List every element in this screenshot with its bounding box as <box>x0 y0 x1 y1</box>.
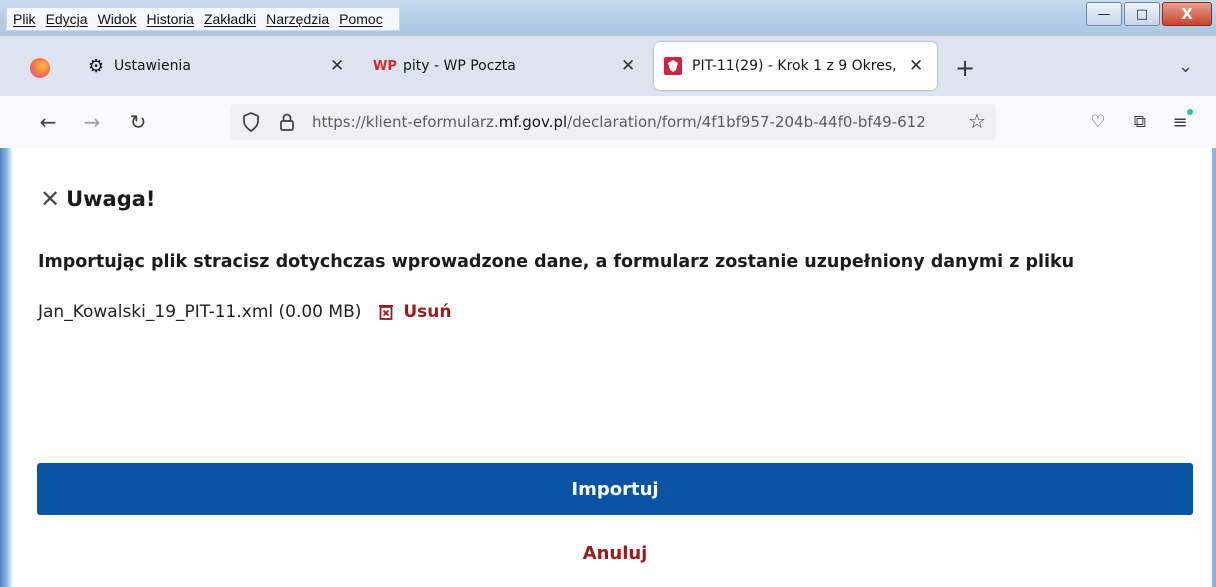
tab-label: Ustawienia <box>114 58 191 74</box>
back-arrow-icon[interactable]: ← <box>32 106 64 138</box>
address-bar[interactable]: https://klient-eformularz.mf.gov.pl/decl… <box>230 104 996 140</box>
menu-plik[interactable]: Plik <box>13 11 36 27</box>
forward-arrow-icon[interactable]: → <box>76 106 108 138</box>
window-titlebar: Plik Edycja Widok Historia Zakładki Narz… <box>0 0 1216 37</box>
menu-zakladki[interactable]: Zakładki <box>204 11 256 27</box>
maximize-button[interactable]: □ <box>1124 2 1160 26</box>
remove-file-label: Usuń <box>403 302 452 322</box>
new-tab-button[interactable]: + <box>955 54 975 82</box>
polish-eagle-icon <box>664 57 682 75</box>
tab-wp-poczta[interactable]: WP pity - WP Poczta ✕ <box>365 42 645 90</box>
remove-file-icon <box>379 305 394 320</box>
tab-close-icon[interactable]: ✕ <box>621 56 635 76</box>
menu-edycja[interactable]: Edycja <box>46 11 88 27</box>
dialog-header: ✕ Uwaga! <box>40 185 156 213</box>
import-button[interactable]: Importuj <box>37 463 1193 515</box>
imported-file-row: Jan_Kowalski_19_PIT-11.xml (0.00 MB) Usu… <box>38 302 452 322</box>
tab-pit-11[interactable]: PIT-11(29) - Krok 1 z 9 Okres, n ✕ <box>654 42 937 90</box>
menu-bar: Plik Edycja Widok Historia Zakładki Narz… <box>6 7 400 31</box>
nav-toolbar: ← → ↻ https://klient-eformularz.mf.gov.p… <box>0 96 1216 149</box>
menu-pomoc[interactable]: Pomoc <box>339 11 383 27</box>
tab-close-icon[interactable]: ✕ <box>909 56 923 76</box>
cancel-button[interactable]: Anuluj <box>37 536 1193 570</box>
url-text[interactable]: https://klient-eformularz.mf.gov.pl/decl… <box>312 113 952 131</box>
extensions-icon[interactable]: ⧉ <box>1124 106 1156 138</box>
dialog-close-icon[interactable]: ✕ <box>40 185 60 213</box>
update-badge-icon <box>1187 109 1193 115</box>
file-name: Jan_Kowalski_19_PIT-11.xml (0.00 MB) <box>38 302 362 322</box>
tab-label: pity - WP Poczta <box>403 58 516 74</box>
background-edge <box>0 148 13 587</box>
url-domain: mf.gov.pl <box>498 113 568 131</box>
shield-icon[interactable] <box>242 112 260 132</box>
wp-mail-icon: WP <box>373 58 397 74</box>
tab-strip: ⚙ Ustawienia ✕ WP pity - WP Poczta ✕ PIT… <box>0 36 1216 96</box>
tab-label: PIT-11(29) - Krok 1 z 9 Okres, n <box>692 58 902 74</box>
page-content <box>0 148 1216 587</box>
url-suffix: /declaration/form/4f1bf957-204b-44f0-bf4… <box>567 113 926 131</box>
tab-close-icon[interactable]: ✕ <box>330 56 344 76</box>
lock-icon[interactable] <box>278 112 296 132</box>
gear-icon: ⚙ <box>88 55 105 77</box>
tab-ustawienia[interactable]: ⚙ Ustawienia ✕ <box>80 42 360 90</box>
minimize-button[interactable]: — <box>1086 2 1122 26</box>
menu-historia[interactable]: Historia <box>147 11 194 27</box>
reload-icon[interactable]: ↻ <box>122 106 154 138</box>
pocket-icon[interactable]: ♡ <box>1082 106 1114 138</box>
eagle-icon <box>668 60 678 72</box>
dialog-warning-text: Importując plik stracisz dotychczas wpro… <box>38 252 1075 272</box>
menu-narzedzia[interactable]: Narzędzia <box>266 11 329 27</box>
close-window-button[interactable]: X <box>1162 2 1212 26</box>
firefox-icon[interactable] <box>30 58 50 78</box>
remove-file-button[interactable]: Usuń <box>379 302 452 322</box>
window-controls: — □ X <box>1086 2 1212 26</box>
background-edge-right <box>1212 148 1216 587</box>
dialog-title: Uwaga! <box>66 187 156 211</box>
menu-widok[interactable]: Widok <box>98 11 137 27</box>
bookmark-star-icon[interactable]: ☆ <box>968 109 986 133</box>
url-prefix: https://klient-eformularz. <box>312 113 499 131</box>
list-tabs-icon[interactable]: ⌄ <box>1178 56 1193 77</box>
